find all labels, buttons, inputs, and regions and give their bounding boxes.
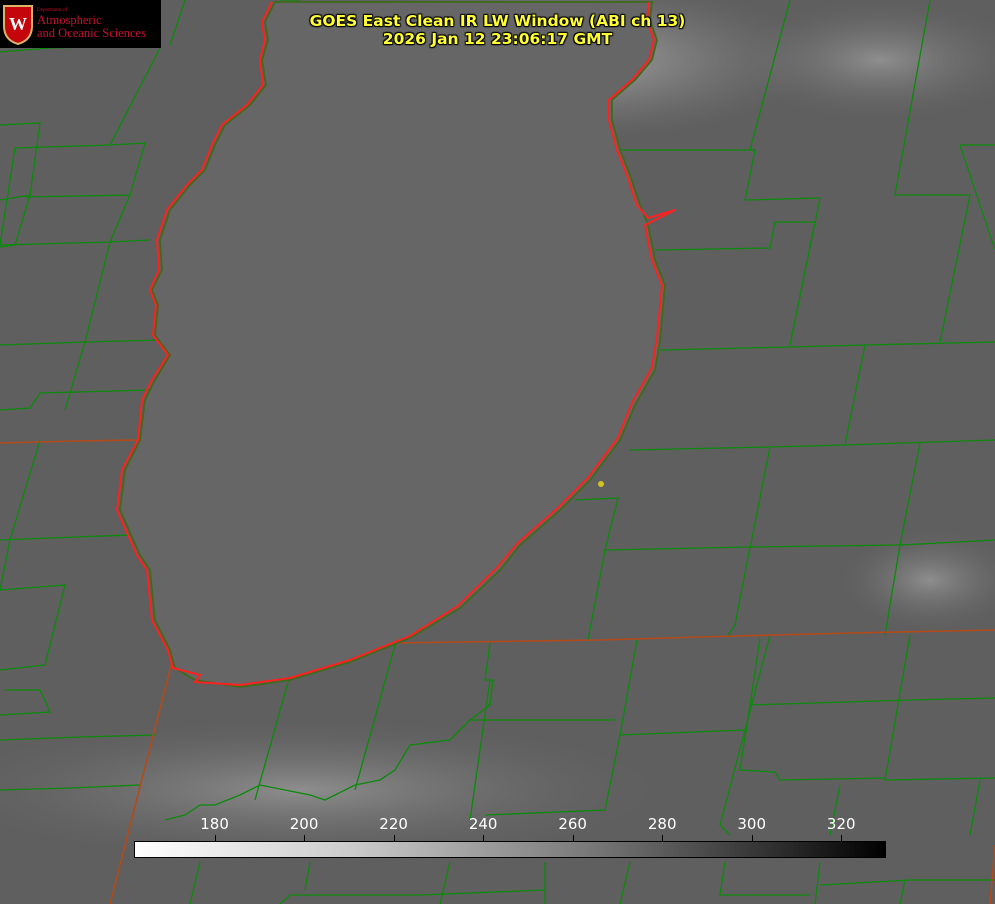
station-marker	[598, 481, 604, 487]
colorbar-tick-label: 300	[737, 815, 767, 833]
colorbar-tick-label: 280	[647, 815, 677, 833]
colorbar-tick-label: 220	[379, 815, 408, 833]
colorbar-tick-label: 320	[826, 815, 856, 833]
colorbar-tick-label: 180	[200, 815, 229, 833]
image-timestamp: 2026 Jan 12 23:06:17 GMT	[382, 30, 613, 48]
colorbar	[134, 841, 886, 858]
colorbar-tick-label: 200	[289, 815, 319, 833]
colorbar-tick-label: 240	[468, 815, 498, 833]
image-title: GOES East Clean IR LW Window (ABI ch 13)	[309, 12, 686, 30]
colorbar-tick-label: 260	[558, 815, 587, 833]
satellite-map	[0, 0, 995, 904]
